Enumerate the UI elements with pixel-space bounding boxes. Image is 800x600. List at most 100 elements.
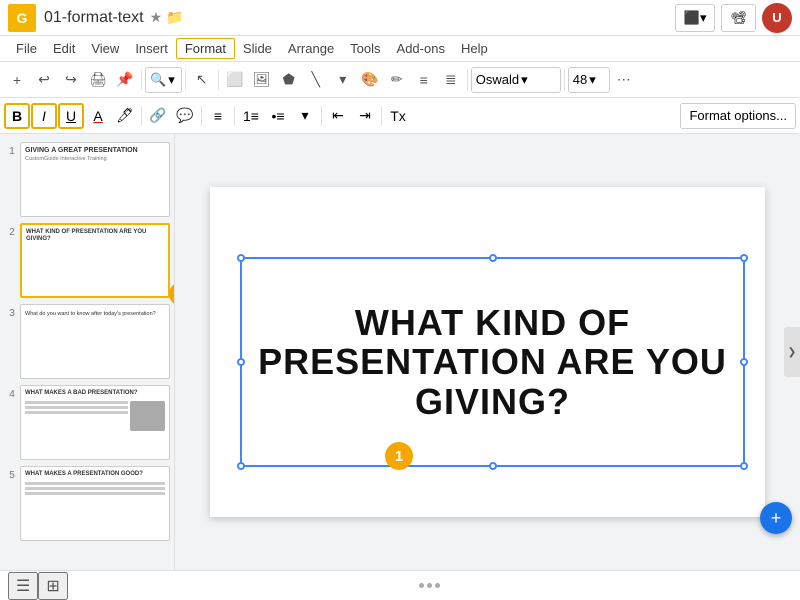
image-tool[interactable]: 🖼 [249, 67, 275, 93]
fill-tool[interactable]: 🎨 [357, 67, 383, 93]
slide-image-2[interactable]: WHAT KIND OF PRESENTATION ARE YOU GIVING… [20, 223, 170, 298]
list-view-button[interactable]: ☰ [8, 572, 38, 600]
title-bar: G 01-format-text ★ 📁 ⬛ ▾ 📽 U [0, 0, 800, 36]
toolbar-separator [234, 106, 235, 126]
format-toolbar: B I U A 🖊 🔗 💬 ≡ 1≡ •≡ ▾ ⇤ ⇥ Tx Format op… [0, 98, 800, 134]
font-family-dropdown[interactable]: Oswald ▾ [471, 67, 561, 93]
app-logo: G [8, 4, 36, 32]
print-button[interactable]: 🖨 [85, 67, 111, 93]
toolbar-separator [185, 70, 186, 90]
grid-view-button[interactable]: ⊞ [38, 572, 67, 600]
redo-button[interactable]: ↪ [58, 67, 84, 93]
indent-dec-button[interactable]: ⇤ [325, 103, 351, 129]
highlight-button[interactable]: 🖊 [112, 103, 138, 129]
main-area: 1 Giving a Great Presentation CustomGuid… [0, 134, 800, 570]
slide-image-3[interactable]: What do you want to know after today's p… [20, 304, 170, 379]
app-logo-letter: G [17, 10, 28, 26]
handle-middle-left[interactable] [237, 358, 245, 366]
slide-thumbnail-5[interactable]: 5 What Makes A Presentation Good? [4, 466, 170, 541]
slide-thumbnail-3[interactable]: 3 What do you want to know after today's… [4, 304, 170, 379]
user-avatar[interactable]: U [762, 3, 792, 33]
slide-image-4[interactable]: What Makes A Bad Presentation? [20, 385, 170, 460]
more-options-button[interactable]: ⋯ [611, 67, 637, 93]
toolbar-separator [321, 106, 322, 126]
menu-item-add-ons[interactable]: Add-ons [389, 39, 453, 58]
slide-image-1[interactable]: Giving a Great Presentation CustomGuide … [20, 142, 170, 217]
slide4-title: What Makes A Bad Presentation? [25, 390, 165, 397]
undo-button[interactable]: ↩ [31, 67, 57, 93]
slide2-title: WHAT KIND OF PRESENTATION ARE YOU GIVING… [26, 229, 164, 243]
dot-1 [419, 583, 424, 588]
slide1-title: Giving a Great Presentation [25, 147, 165, 155]
menu-bar: FileEditViewInsertFormatSlideArrangeTool… [0, 36, 800, 62]
cursor-tool[interactable]: ↖ [189, 67, 215, 93]
menu-item-format[interactable]: Format [176, 38, 235, 59]
handle-bottom-center[interactable] [489, 462, 497, 470]
doc-title: 01-format-text [44, 9, 144, 27]
star-icon[interactable]: ★ [150, 9, 163, 26]
text-box-tool[interactable]: ⬜ [222, 67, 248, 93]
present-button[interactable]: 📽 [721, 4, 756, 32]
menu-item-file[interactable]: File [8, 39, 45, 58]
handle-bottom-right[interactable] [740, 462, 748, 470]
shape-tool[interactable]: ⬟ [276, 67, 302, 93]
menu-item-arrange[interactable]: Arrange [280, 39, 342, 58]
menu-item-edit[interactable]: Edit [45, 39, 83, 58]
align-left-button[interactable]: ≡ [205, 103, 231, 129]
handle-middle-right[interactable] [740, 358, 748, 366]
slideshow-button[interactable]: ⬛ ▾ [675, 4, 716, 32]
slide-number-3: 3 [4, 304, 20, 319]
pen-tool[interactable]: ✏ [384, 67, 410, 93]
bold-button[interactable]: B [4, 103, 30, 129]
underline-button[interactable]: U [58, 103, 84, 129]
slide-image-5[interactable]: What Makes A Presentation Good? [20, 466, 170, 541]
menu-item-slide[interactable]: Slide [235, 39, 280, 58]
slide-thumbnail-4[interactable]: 4 What Makes A Bad Presentation? [4, 385, 170, 460]
slide5-title: What Makes A Presentation Good? [25, 471, 165, 478]
menu-item-insert[interactable]: Insert [127, 39, 176, 58]
list-options-button[interactable]: ▾ [292, 103, 318, 129]
zoom-dropdown[interactable]: 🔍▾ [145, 67, 182, 93]
folder-icon[interactable]: 📁 [166, 9, 183, 26]
slide-thumbnail-2[interactable]: 2 WHAT KIND OF PRESENTATION ARE YOU GIVI… [4, 223, 170, 298]
handle-top-left[interactable] [237, 254, 245, 262]
line-tool[interactable]: ╲ [303, 67, 329, 93]
slide-text-content: WHAT KIND OF PRESENTATION ARE YOU GIVING… [242, 303, 743, 422]
add-slide-float-button[interactable]: + [760, 502, 792, 534]
text-color-button[interactable]: A [85, 103, 111, 129]
align-tool[interactable]: ≡ [411, 67, 437, 93]
font-name-label: Oswald [476, 72, 519, 87]
text-selection-box[interactable]: WHAT KIND OF PRESENTATION ARE YOU GIVING… [240, 257, 745, 467]
pin-button[interactable]: 📌 [112, 67, 138, 93]
format-options-button[interactable]: Format options... [680, 103, 796, 129]
indent-inc-button[interactable]: ⇥ [352, 103, 378, 129]
handle-bottom-left[interactable] [237, 462, 245, 470]
handle-top-right[interactable] [740, 254, 748, 262]
toolbar-separator [141, 106, 142, 126]
toolbar-separator [467, 70, 468, 90]
bullet-list-button[interactable]: •≡ [265, 103, 291, 129]
font-size-dropdown[interactable]: 48 ▾ [568, 67, 610, 93]
slide-canvas[interactable]: WHAT KIND OF PRESENTATION ARE YOU GIVING… [210, 187, 765, 517]
slide1-subtitle: CustomGuide Interactive Training [25, 156, 165, 162]
menu-item-view[interactable]: View [83, 39, 127, 58]
slide3-body: What do you want to know after today's p… [25, 311, 165, 318]
line-dropdown[interactable]: ▾ [330, 67, 356, 93]
italic-button[interactable]: I [31, 103, 57, 129]
menu-item-help[interactable]: Help [453, 39, 496, 58]
align2-tool[interactable]: ≣ [438, 67, 464, 93]
dot-3 [435, 583, 440, 588]
link-button[interactable]: 🔗 [145, 103, 171, 129]
toolbar-separator [201, 106, 202, 126]
scroll-right-button[interactable]: ❯ [784, 327, 800, 377]
menu-item-tools[interactable]: Tools [342, 39, 388, 58]
add-button[interactable]: + [4, 67, 30, 93]
slide-number-2: 2 [4, 223, 20, 238]
clear-format-button[interactable]: Tx [385, 103, 411, 129]
numbered-list-button[interactable]: 1≡ [238, 103, 264, 129]
slide-dots [419, 583, 440, 588]
slide-number-4: 4 [4, 385, 20, 400]
slide-thumbnail-1[interactable]: 1 Giving a Great Presentation CustomGuid… [4, 142, 170, 217]
handle-top-center[interactable] [489, 254, 497, 262]
insert-comment-button[interactable]: 💬 [172, 103, 198, 129]
